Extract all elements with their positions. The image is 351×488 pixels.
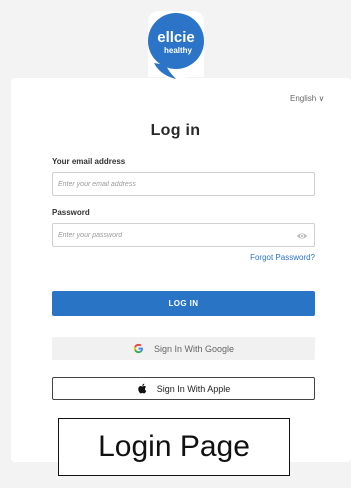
caption-text: Login Page xyxy=(98,430,250,463)
google-button-label: Sign In With Google xyxy=(153,343,235,354)
language-selector[interactable]: English ∨ xyxy=(290,94,324,103)
page-title: Log in xyxy=(150,122,201,139)
google-sign-in-button[interactable]: Sign In With Google xyxy=(52,337,315,360)
email-label: Your email address xyxy=(52,157,126,166)
password-field-wrapper xyxy=(52,223,315,247)
eye-icon[interactable] xyxy=(296,230,308,242)
password-field[interactable] xyxy=(53,224,314,247)
email-field[interactable] xyxy=(53,173,314,196)
ellcie-healthy-logo: ellcie healthy xyxy=(140,7,212,95)
forgot-password-link[interactable]: Forgot Password? xyxy=(250,253,315,262)
password-label: Password xyxy=(52,208,90,217)
chevron-down-icon: ∨ xyxy=(318,94,325,103)
email-field-wrapper xyxy=(52,172,315,196)
apple-button-label: Sign In With Apple xyxy=(156,383,231,394)
login-button[interactable]: LOG IN xyxy=(52,291,315,316)
google-icon xyxy=(133,343,143,354)
logo-badge-icon: ellcie healthy xyxy=(148,11,204,89)
language-label: English xyxy=(290,94,317,103)
apple-icon xyxy=(138,383,146,394)
svg-text:ellcie: ellcie xyxy=(157,29,195,46)
svg-text:healthy: healthy xyxy=(164,46,193,55)
caption-box: Login Page xyxy=(58,418,290,476)
apple-sign-in-button[interactable]: Sign In With Apple xyxy=(52,377,315,400)
